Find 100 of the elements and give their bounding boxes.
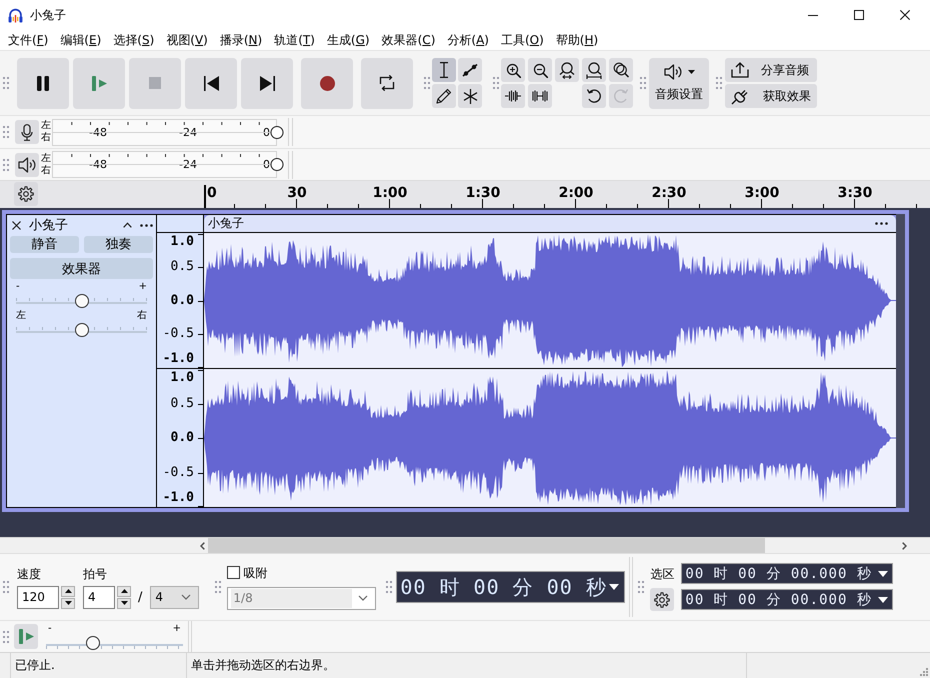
menu-item[interactable]: 播录(N) bbox=[214, 30, 268, 50]
mute-button[interactable]: 静音 bbox=[10, 236, 79, 253]
recording-meter-button[interactable] bbox=[15, 120, 39, 144]
toolbar-grip-icon[interactable] bbox=[3, 581, 9, 593]
toolbar-grip-icon[interactable] bbox=[638, 581, 644, 593]
track-name[interactable]: 小兔子 bbox=[29, 216, 68, 234]
record-button[interactable] bbox=[301, 58, 353, 108]
clip-menu-button[interactable] bbox=[875, 222, 888, 225]
trim-audio-button[interactable] bbox=[501, 84, 525, 108]
selection-settings-button[interactable] bbox=[650, 588, 674, 611]
audio-setup-button[interactable]: 音频设置 bbox=[649, 58, 709, 108]
toolbar-grip-icon[interactable] bbox=[493, 77, 499, 89]
menu-item[interactable]: 轨道(T) bbox=[268, 30, 321, 50]
scrollbar-thumb[interactable] bbox=[208, 538, 765, 553]
menu-item[interactable]: 生成(G) bbox=[320, 30, 376, 50]
track-menu-button[interactable] bbox=[140, 224, 153, 226]
more-dots-icon bbox=[875, 222, 888, 225]
menu-item[interactable]: 工具(O) bbox=[494, 30, 550, 50]
toolbar-grip-icon[interactable] bbox=[424, 77, 430, 89]
asterisk-icon bbox=[462, 88, 478, 104]
silence-audio-button[interactable] bbox=[528, 84, 552, 108]
undo-button[interactable] bbox=[582, 84, 606, 108]
clip-title-bar[interactable]: 小兔子 bbox=[204, 215, 896, 232]
beat-value-dropdown[interactable]: 4 bbox=[150, 586, 200, 608]
pause-icon bbox=[37, 76, 49, 90]
menu-item[interactable]: 帮助(H) bbox=[550, 30, 604, 50]
draw-tool-button[interactable] bbox=[432, 84, 456, 108]
fit-project-button[interactable] bbox=[582, 58, 606, 82]
more-dots-icon bbox=[140, 224, 153, 226]
zoom-toggle-button[interactable] bbox=[609, 58, 633, 82]
playback-meter-button[interactable] bbox=[15, 152, 39, 176]
menu-item[interactable]: 视图(V) bbox=[160, 30, 214, 50]
envelope-line-icon bbox=[462, 63, 478, 77]
amplitude-label: 1.0 bbox=[170, 235, 194, 250]
get-effects-button[interactable]: 获取效果 bbox=[725, 84, 817, 108]
track-frame[interactable]: 小兔子 静音 独奏 效果器 - + 左 右 1.0 0.5 0.0 -0.5 -1.0 1.0 0.5 0.0 -0.5 -1.0 小兔子 bbox=[2, 210, 909, 512]
slider-thumb[interactable] bbox=[86, 636, 100, 650]
menu-item[interactable]: 分析(A) bbox=[441, 30, 495, 50]
fit-selection-button[interactable] bbox=[555, 58, 579, 82]
menu-item[interactable]: 效果器(C) bbox=[376, 30, 442, 50]
settings-button[interactable] bbox=[14, 182, 38, 206]
zoom-in-icon bbox=[506, 62, 520, 78]
pencil-icon bbox=[436, 88, 452, 104]
spin-up-button[interactable] bbox=[117, 586, 131, 596]
zoom-out-button[interactable] bbox=[528, 58, 552, 82]
slider-thumb[interactable] bbox=[74, 323, 88, 337]
time-display[interactable]: 00 时 00 分 00 秒 bbox=[396, 571, 626, 603]
redo-icon bbox=[613, 88, 629, 104]
play-at-speed-button[interactable] bbox=[14, 624, 38, 649]
zoom-in-button[interactable] bbox=[501, 58, 525, 82]
multi-tool-button[interactable] bbox=[458, 84, 482, 108]
dropdown-triangle-icon bbox=[609, 584, 620, 590]
resize-grip-icon[interactable] bbox=[919, 667, 928, 676]
pan-slider[interactable] bbox=[16, 323, 147, 337]
menu-item[interactable]: 编辑(E) bbox=[54, 30, 108, 50]
caret-down-icon bbox=[688, 70, 694, 74]
time-signature-label: 拍号 bbox=[83, 566, 108, 582]
slider-thumb[interactable] bbox=[74, 294, 88, 308]
menu-item[interactable]: 选择(S) bbox=[107, 30, 160, 50]
spin-down-button[interactable] bbox=[61, 598, 75, 608]
toolbar-grip-icon[interactable] bbox=[716, 77, 722, 89]
spin-up-button[interactable] bbox=[61, 586, 75, 596]
speaker-icon bbox=[664, 64, 682, 80]
spin-down-button[interactable] bbox=[117, 598, 131, 608]
toolbar-grip-icon[interactable] bbox=[3, 158, 9, 170]
volume-slider-thumb[interactable] bbox=[270, 158, 284, 171]
timeline-label: 2:00 bbox=[558, 185, 594, 201]
toolbar-grip-icon[interactable] bbox=[215, 581, 222, 593]
collapse-track-button[interactable] bbox=[123, 222, 132, 228]
selection-start-time[interactable]: 00 时 00 分 00.000 秒 bbox=[681, 563, 894, 584]
solo-button[interactable]: 独奏 bbox=[84, 236, 153, 253]
timeline-label: 30 bbox=[287, 185, 307, 201]
share-audio-button[interactable]: 分享音频 bbox=[725, 58, 817, 82]
playback-status: 已停止. bbox=[15, 657, 55, 674]
skip-to-end-button[interactable] bbox=[241, 58, 293, 108]
beats-per-bar-field[interactable]: 4 bbox=[83, 586, 115, 608]
i-beam-icon bbox=[439, 62, 449, 78]
upload-icon bbox=[731, 62, 749, 78]
toolbar-grip-icon[interactable] bbox=[3, 77, 9, 89]
timeline-label: 1:00 bbox=[372, 185, 408, 201]
toolbar-grip-icon[interactable] bbox=[3, 126, 9, 138]
skip-to-start-button[interactable] bbox=[185, 58, 237, 108]
toolbar-grip-icon[interactable] bbox=[640, 77, 646, 89]
selection-tool-button[interactable] bbox=[432, 58, 456, 82]
envelope-tool-button[interactable] bbox=[458, 58, 482, 82]
selection-end-time[interactable]: 00 时 00 分 00.000 秒 bbox=[681, 589, 894, 610]
effects-button[interactable]: 效果器 bbox=[10, 258, 153, 279]
minimize-icon bbox=[808, 14, 818, 16]
tempo-field[interactable]: 120 bbox=[17, 586, 59, 608]
playback-speed-slider[interactable] bbox=[46, 636, 183, 650]
chevron-left-icon bbox=[200, 542, 204, 550]
toolbar-grip-icon[interactable] bbox=[386, 581, 392, 593]
gain-slider[interactable] bbox=[16, 294, 147, 308]
clip-name: 小兔子 bbox=[208, 215, 244, 232]
pause-button[interactable] bbox=[17, 58, 69, 108]
magnifier-arrows-icon bbox=[559, 62, 575, 78]
close-track-button[interactable] bbox=[12, 220, 21, 230]
up-triangle-icon bbox=[120, 589, 128, 593]
toolbar-grip-icon[interactable] bbox=[3, 630, 9, 642]
menu-item[interactable]: 文件(F) bbox=[2, 30, 54, 50]
